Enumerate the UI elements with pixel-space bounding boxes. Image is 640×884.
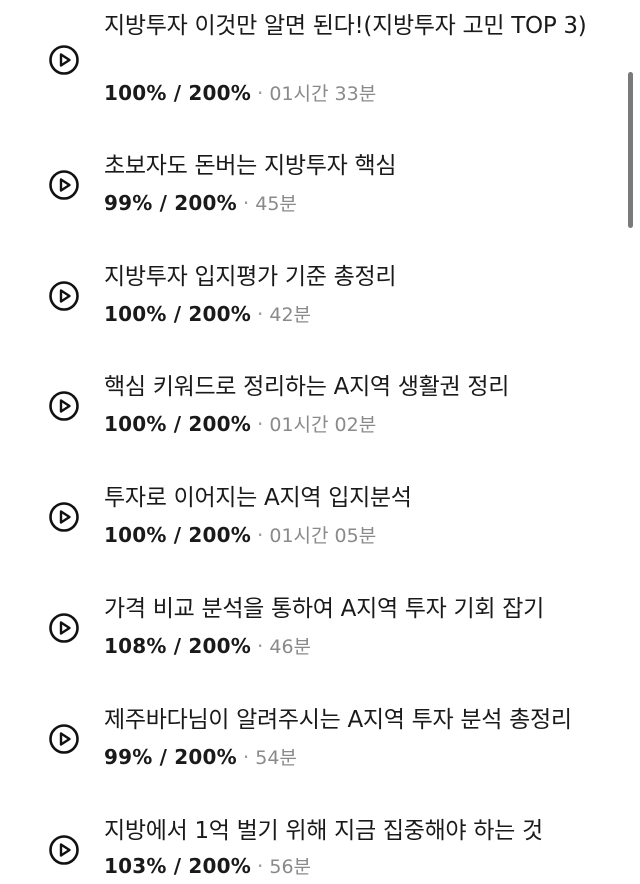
play-circle-icon — [49, 835, 79, 865]
play-button[interactable] — [48, 280, 80, 312]
meta-separator: · — [257, 523, 264, 547]
lecture-title[interactable]: 투자로 이어지는 A지역 입지분석 — [104, 482, 604, 515]
lecture-title[interactable]: 지방에서 1억 벌기 위해 지금 집중해야 하는 것 — [104, 815, 604, 848]
progress-text: 100% / 200% — [104, 523, 252, 547]
lecture-meta: 100% / 200% · 01시간 05분 — [104, 522, 376, 549]
progress-text: 108% / 200% — [104, 634, 252, 658]
duration-text: 54분 — [255, 747, 297, 769]
play-circle-icon — [49, 502, 79, 532]
lecture-title[interactable]: 지방투자 입지평가 기준 총정리 — [104, 261, 604, 294]
lecture-item[interactable]: 지방투자 입지평가 기준 총정리 100% / 200% · 42분 — [0, 241, 620, 341]
meta-separator: · — [257, 81, 264, 105]
meta-separator: · — [257, 412, 264, 436]
lecture-meta: 100% / 200% · 01시간 33분 — [104, 80, 376, 107]
play-circle-icon — [49, 724, 79, 754]
lecture-title[interactable]: 지방투자 이것만 알면 된다!(지방투자 고민 TOP 3) — [104, 10, 604, 43]
duration-text: 42분 — [269, 304, 312, 326]
play-button[interactable] — [48, 612, 80, 644]
progress-text: 103% / 200% — [104, 854, 252, 878]
duration-text: 45분 — [255, 193, 297, 215]
progress-text: 99% / 200% — [104, 191, 237, 215]
lecture-title[interactable]: 핵심 키워드로 정리하는 A지역 생활권 정리 — [104, 371, 604, 404]
play-button[interactable] — [48, 44, 80, 76]
duration-text: 01시간 02분 — [269, 414, 377, 436]
lecture-item[interactable]: 초보자도 돈버는 지방투자 핵심 99% / 200% · 45분 — [0, 130, 620, 230]
lecture-meta: 99% / 200% · 54분 — [104, 744, 297, 771]
play-button[interactable] — [48, 169, 80, 201]
lecture-title[interactable]: 제주바다님이 알려주시는 A지역 투자 분석 총정리 — [104, 704, 604, 737]
play-circle-icon — [49, 170, 79, 200]
meta-separator: · — [257, 302, 264, 326]
play-button[interactable] — [48, 501, 80, 533]
lecture-meta: 100% / 200% · 42분 — [104, 301, 311, 328]
duration-text: 01시간 33분 — [269, 83, 377, 105]
lecture-item[interactable]: 투자로 이어지는 A지역 입지분석 100% / 200% · 01시간 05분 — [0, 462, 620, 562]
progress-text: 99% / 200% — [104, 745, 237, 769]
lecture-item[interactable]: 지방투자 이것만 알면 된다!(지방투자 고민 TOP 3) 100% / 20… — [0, 0, 620, 105]
meta-separator: · — [242, 191, 250, 215]
lecture-meta: 99% / 200% · 45분 — [104, 190, 297, 217]
meta-separator: · — [242, 745, 250, 769]
lecture-title[interactable]: 가격 비교 분석을 통하여 A지역 투자 기회 잡기 — [104, 593, 604, 626]
play-circle-icon — [49, 45, 79, 75]
play-button[interactable] — [48, 834, 80, 866]
meta-separator: · — [257, 634, 264, 658]
lecture-item[interactable]: 가격 비교 분석을 통하여 A지역 투자 기회 잡기 108% / 200% · 4… — [0, 573, 620, 673]
duration-text: 56분 — [269, 856, 312, 878]
meta-separator: · — [257, 854, 264, 878]
play-circle-icon — [49, 391, 79, 421]
play-button[interactable] — [48, 723, 80, 755]
lecture-title[interactable]: 초보자도 돈버는 지방투자 핵심 — [104, 150, 604, 183]
progress-text: 100% / 200% — [104, 412, 252, 436]
progress-text: 100% / 200% — [104, 81, 252, 105]
scrollbar-thumb[interactable] — [628, 72, 633, 228]
lecture-item[interactable]: 핵심 키워드로 정리하는 A지역 생활권 정리 100% / 200% · 01시간… — [0, 351, 620, 451]
duration-text: 46분 — [269, 636, 312, 658]
lecture-item[interactable]: 제주바다님이 알려주시는 A지역 투자 분석 총정리 99% / 200% · 54… — [0, 684, 620, 784]
play-circle-icon — [49, 613, 79, 643]
lecture-meta: 108% / 200% · 46분 — [104, 633, 311, 660]
play-button[interactable] — [48, 390, 80, 422]
lecture-item[interactable]: 지방에서 1억 벌기 위해 지금 집중해야 하는 것 103% / 200% · 5… — [0, 795, 620, 884]
play-circle-icon — [49, 281, 79, 311]
progress-text: 100% / 200% — [104, 302, 252, 326]
lecture-meta: 100% / 200% · 01시간 02분 — [104, 411, 376, 438]
lecture-list-screen: 지방투자 이것만 알면 된다!(지방투자 고민 TOP 3) 100% / 20… — [0, 0, 640, 884]
duration-text: 01시간 05분 — [269, 525, 377, 547]
lecture-meta: 103% / 200% · 56분 — [104, 853, 311, 880]
